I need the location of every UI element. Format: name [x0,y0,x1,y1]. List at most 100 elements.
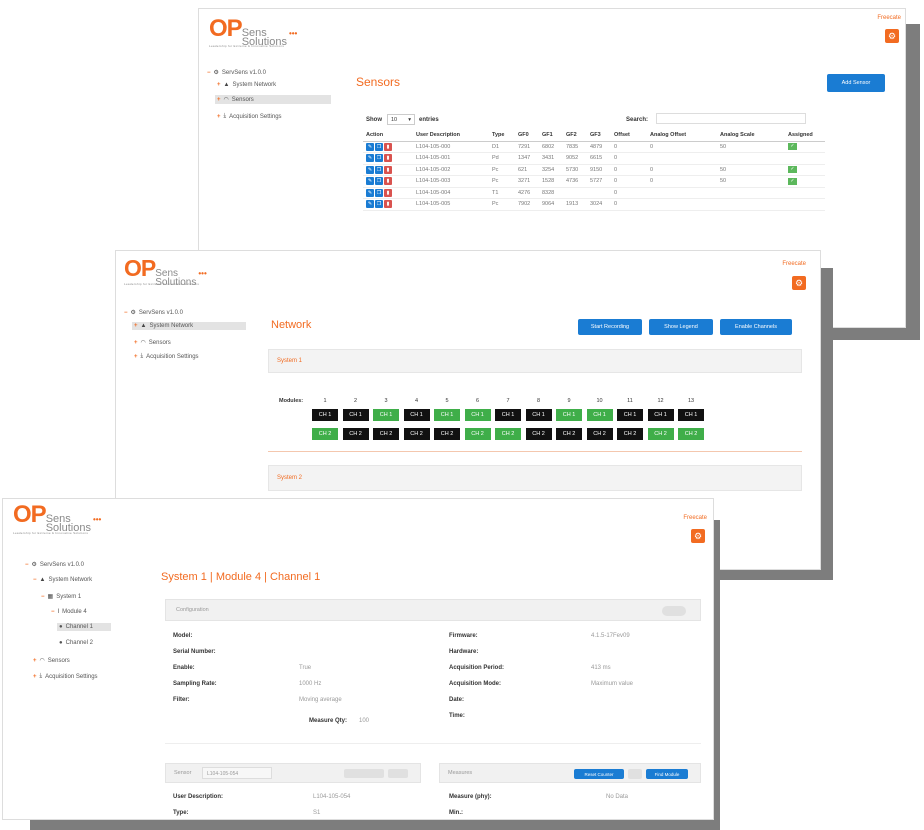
tree-item-network[interactable]: + ▲ System Network [217,82,276,88]
channel-2-cell[interactable]: CH 2 [403,428,430,440]
bullet-icon: ● [59,640,63,646]
user-link[interactable]: Freecate [877,15,901,21]
channel-2-cell[interactable]: CH 2 [434,428,460,440]
col-gf3[interactable]: GF3 [587,130,611,142]
tree-item-acquisition[interactable]: + ⤓ Acquisition Settings [217,113,282,120]
divider [268,451,802,452]
measure-toggle[interactable] [628,769,642,779]
tree-item-sensors[interactable]: + ◠ Sensors [134,339,171,347]
channel-2-cell[interactable]: CH 2 [495,428,521,440]
channel-2-cell[interactable]: CH 2 [586,428,613,440]
copy-icon[interactable]: ❐ [375,177,383,186]
tree-item-sensors[interactable]: + ◠ Sensors [215,95,331,104]
channel-2-cell[interactable]: CH 2 [312,428,338,440]
trash-icon[interactable]: ▮ [384,142,392,151]
tree-item-network[interactable]: − ▲ System Network [33,577,92,583]
tree-item-channel-1[interactable]: ● Channel 1 [57,623,111,631]
channel-2-cell[interactable]: CH 2 [647,428,674,440]
sensor-field-value: S1 [313,810,321,816]
channel-1-cell[interactable]: CH 1 [525,409,552,421]
channel-2-cell[interactable]: CH 2 [617,428,643,440]
cell-offset: 0 [611,187,647,199]
copy-icon[interactable]: ❐ [375,142,383,151]
tree-item-acquisition[interactable]: + ⤓ Acquisition Settings [33,673,98,680]
col-analog-offset[interactable]: Analog Offset [647,130,717,142]
tree-item-system-1[interactable]: − ▦ System 1 [41,593,81,601]
channel-1-cell[interactable]: CH 1 [586,409,613,421]
add-sensor-button[interactable]: Add Sensor [827,74,885,92]
pencil-icon[interactable]: ✎ [366,188,374,197]
pencil-icon[interactable]: ✎ [366,165,374,174]
system-1-panel[interactable]: System 1 [268,349,802,373]
tree-item-acquisition[interactable]: + ⤓ Acquisition Settings [134,353,199,360]
pencil-icon[interactable]: ✎ [366,154,374,163]
channel-1-cell[interactable]: CH 1 [617,409,643,421]
col-offset[interactable]: Offset [611,130,647,142]
cell-gf3: 4879 [587,141,611,153]
channel-1-cell[interactable]: CH 1 [678,409,704,421]
trash-icon[interactable]: ▮ [384,177,392,186]
search-input[interactable] [656,113,806,124]
pencil-icon[interactable]: ✎ [366,177,374,186]
channel-2-cell[interactable]: CH 2 [525,428,552,440]
tree-root[interactable]: − ⚙ ServSens v1.0.0 [207,69,266,77]
col-gf1[interactable]: GF1 [539,130,563,142]
tree-root[interactable]: − ⚙ ServSens v1.0.0 [25,561,84,569]
copy-icon[interactable]: ❐ [375,200,383,209]
trash-icon[interactable]: ▮ [384,188,392,197]
col-gf0[interactable]: GF0 [515,130,539,142]
page-size-select[interactable]: 10 ▾ [387,114,415,125]
channel-2-cell[interactable]: CH 2 [373,428,399,440]
channel-1-cell[interactable]: CH 1 [464,409,491,421]
channel-1-cell[interactable]: CH 1 [312,409,338,421]
tree-item-module-4[interactable]: − ǀ Module 4 [51,609,87,615]
channel-1-cell[interactable]: CH 1 [434,409,460,421]
user-link[interactable]: Freecate [683,515,707,521]
pencil-icon[interactable]: ✎ [366,200,374,209]
settings-button[interactable]: ⚙ [792,276,806,290]
col-type[interactable]: Type [489,130,515,142]
enable-channels-button[interactable]: Enable Channels [720,319,792,335]
channel-1-cell[interactable]: CH 1 [556,409,582,421]
copy-icon[interactable]: ❐ [375,188,383,197]
sensor-action-button[interactable] [344,769,384,778]
copy-icon[interactable]: ❐ [375,154,383,163]
col-gf2[interactable]: GF2 [563,130,587,142]
channel-1-cell[interactable]: CH 1 [495,409,521,421]
channel-1-cell[interactable]: CH 1 [342,409,369,421]
system-2-panel[interactable]: System 2 [268,465,802,491]
channel-2-cell[interactable]: CH 2 [556,428,582,440]
sensor-action-button[interactable] [388,769,408,778]
cell-user-description: L104-105-003 [413,175,489,188]
col-action[interactable]: Action [363,130,413,142]
settings-button[interactable]: ⚙ [885,29,899,43]
user-link[interactable]: Freecate [782,261,806,267]
channel-1-cell[interactable]: CH 1 [647,409,674,421]
copy-icon[interactable]: ❐ [375,165,383,174]
channel-1-cell[interactable]: CH 1 [373,409,399,421]
channel-1-cell[interactable]: CH 1 [403,409,430,421]
channel-2-cell[interactable]: CH 2 [678,428,704,440]
tree-item-sensors[interactable]: + ◠ Sensors [33,657,70,665]
col-analog-scale[interactable]: Analog Scale [717,130,785,142]
col-assigned[interactable]: Assigned [785,130,825,142]
settings-button[interactable]: ⚙ [691,529,705,543]
find-module-button[interactable]: Find Module [646,769,688,779]
trash-icon[interactable]: ▮ [384,200,392,209]
tree-item-channel-2[interactable]: ● Channel 2 [59,640,93,646]
col-user-description[interactable]: User Description [413,130,489,142]
show-legend-button[interactable]: Show Legend [649,319,713,335]
start-recording-button[interactable]: Start Recording [578,319,642,335]
trash-icon[interactable]: ▮ [384,154,392,163]
cell-gf3: 9150 [587,164,611,176]
pencil-icon[interactable]: ✎ [366,142,374,151]
tree-item-network[interactable]: + ▲ System Network [132,322,246,330]
reset-counter-button[interactable]: Reset Counter [574,769,624,779]
config-field-label: Serial Number: [173,649,216,655]
tree-root[interactable]: − ⚙ ServSens v1.0.0 [124,309,183,317]
trash-icon[interactable]: ▮ [384,165,392,174]
channel-2-cell[interactable]: CH 2 [464,428,491,440]
collapse-toggle[interactable] [662,606,686,616]
sensor-select[interactable]: L104-105-054 [202,767,272,779]
channel-2-cell[interactable]: CH 2 [342,428,369,440]
